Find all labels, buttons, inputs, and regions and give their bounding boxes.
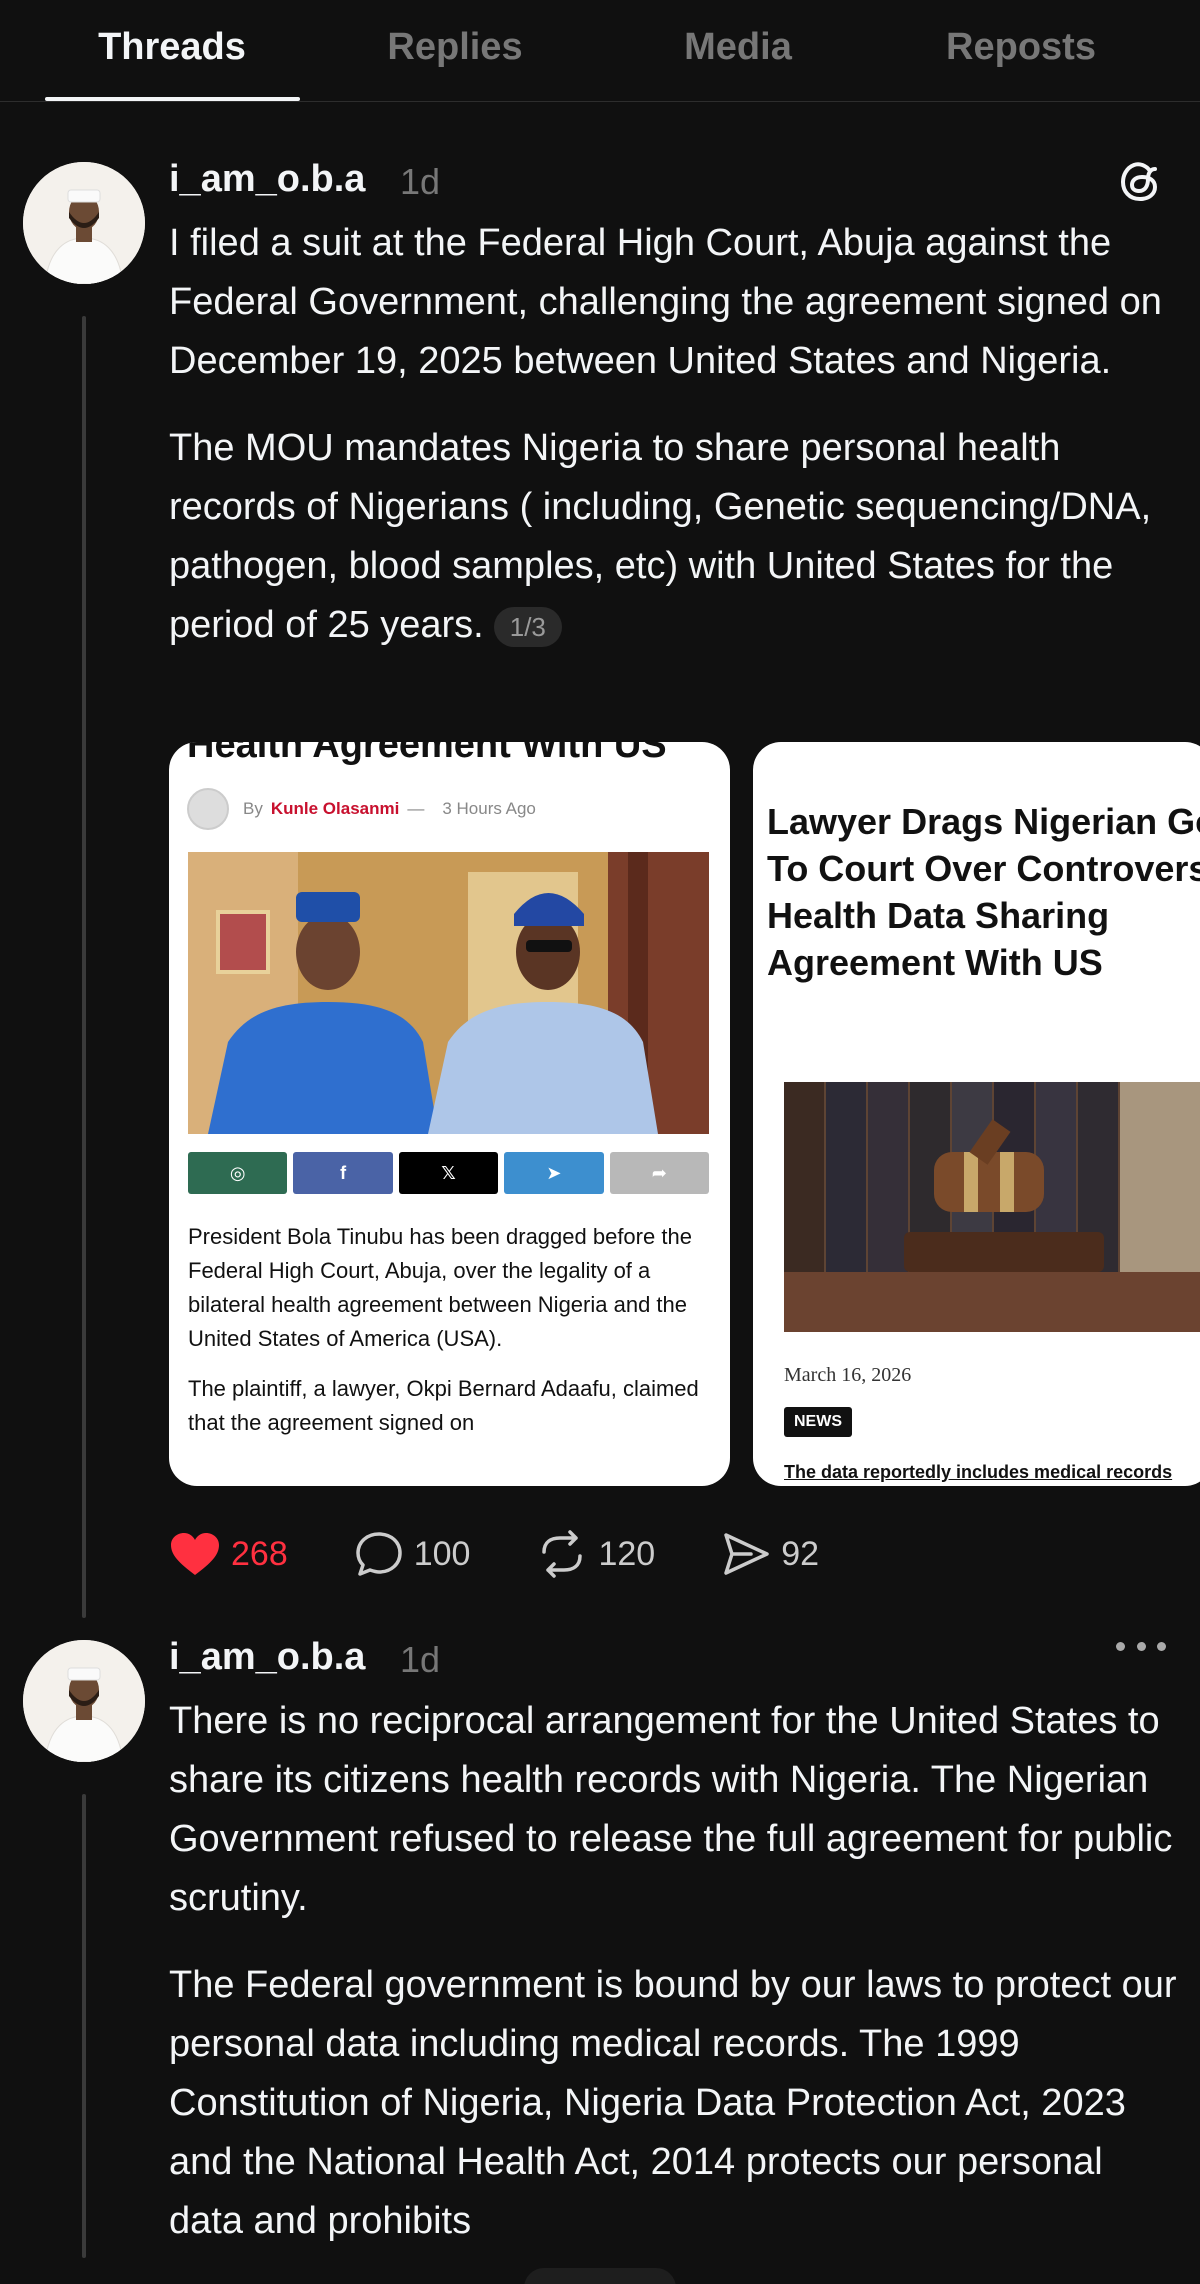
avatar-image xyxy=(23,1640,145,1762)
repost-icon xyxy=(542,1530,583,1578)
article-time: 3 Hours Ago xyxy=(442,799,536,818)
share-button[interactable]: 92 xyxy=(721,1531,819,1577)
article-caption: The data reportedly includes medical rec… xyxy=(784,1462,1173,1482)
repost-button[interactable]: 120 xyxy=(536,1530,655,1578)
gavel-photo xyxy=(784,1082,1200,1332)
media-card-article-screenshot[interactable]: Health Agreement With US By Kunle Olasan… xyxy=(169,742,730,1486)
active-tab-indicator xyxy=(45,97,300,101)
threads-logo-icon[interactable] xyxy=(1119,158,1163,204)
article-photo xyxy=(188,852,709,1134)
post-time: 1d xyxy=(400,1639,441,1680)
more-options-icon[interactable] xyxy=(1116,1642,1166,1651)
scroll-indicator xyxy=(524,2268,676,2284)
facebook-icon: f xyxy=(293,1152,393,1194)
article-author: Kunle Olasanmi xyxy=(270,799,400,818)
comment-icon xyxy=(355,1532,402,1576)
article-text: President Bola Tinubu has been dragged b… xyxy=(188,1224,699,1435)
like-button[interactable]: 268 xyxy=(169,1531,288,1577)
tab-replies[interactable]: Replies xyxy=(315,26,595,69)
post-time: 1d xyxy=(400,161,441,202)
share-count: 92 xyxy=(781,1534,820,1573)
article-headline: Health Agreement With US xyxy=(187,742,667,766)
article-byline: By Kunle Olasanmi — 3 Hours Ago xyxy=(187,788,536,830)
profile-tabs: Threads Replies Media Reposts xyxy=(0,0,1200,102)
post-body: There is no reciprocal arrangement for t… xyxy=(169,1692,1179,2279)
media-card-news-screenshot[interactable]: Lawyer Drags Nigerian Govt To Court Over… xyxy=(753,742,1200,1486)
whatsapp-icon: ◎ xyxy=(188,1152,288,1194)
tab-media[interactable]: Media xyxy=(598,26,878,69)
share-icon: ➦ xyxy=(609,1152,710,1194)
post-paragraph: I filed a suit at the Federal High Court… xyxy=(169,222,1162,382)
username[interactable]: i_am_o.b.a xyxy=(169,1636,365,1679)
post-paragraph: The MOU mandates Nigeria to share person… xyxy=(169,427,1152,647)
x-icon: 𝕏 xyxy=(398,1152,499,1194)
reply-button[interactable]: 100 xyxy=(354,1530,471,1578)
share-buttons-row: ◎ f 𝕏 ➤ ➦ xyxy=(188,1152,710,1194)
tab-threads[interactable]: Threads xyxy=(32,26,312,69)
avatar-image xyxy=(23,162,145,284)
thread-counter-badge: 1/3 xyxy=(493,606,562,647)
author-avatar xyxy=(187,788,229,830)
article-headline: Lawyer Drags Nigerian Govt To Court Over… xyxy=(767,801,1200,983)
tab-reposts[interactable]: Reposts xyxy=(881,26,1161,69)
post-body: I filed a suit at the Federal High Court… xyxy=(169,214,1179,683)
avatar[interactable] xyxy=(23,1640,145,1762)
like-count: 268 xyxy=(231,1534,288,1573)
thread-line xyxy=(82,316,86,1618)
thread-line xyxy=(82,1794,86,2258)
news-badge: NEWS xyxy=(784,1407,852,1437)
article-date: March 16, 2026 xyxy=(784,1364,912,1386)
reply-count: 100 xyxy=(413,1534,471,1573)
telegram-icon: ➤ xyxy=(504,1152,604,1194)
send-icon xyxy=(724,1533,769,1575)
avatar[interactable] xyxy=(23,162,145,284)
username[interactable]: i_am_o.b.a xyxy=(169,158,365,201)
post-paragraph: The Federal government is bound by our l… xyxy=(169,1964,1177,2242)
repost-count: 120 xyxy=(598,1534,656,1573)
post-paragraph: There is no reciprocal arrangement for t… xyxy=(169,1700,1173,1919)
heart-icon xyxy=(171,1533,219,1575)
post-actions: 268 100 120 92 xyxy=(169,1524,885,1584)
